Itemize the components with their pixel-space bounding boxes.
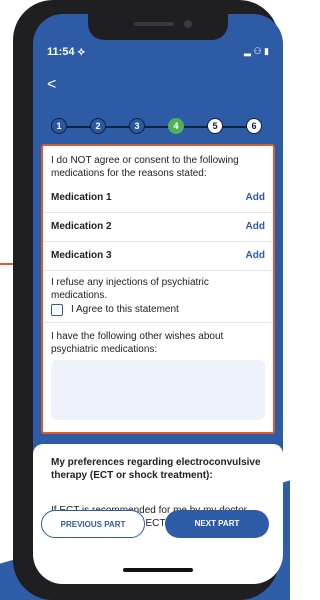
medication-label: Medication 3 xyxy=(51,250,112,261)
ect-title: My preferences regarding electroconvulsi… xyxy=(51,457,261,481)
divider xyxy=(43,212,273,213)
step-3[interactable]: 3 xyxy=(129,118,145,134)
home-indicator xyxy=(123,568,193,572)
medication-label: Medication 1 xyxy=(51,192,112,203)
back-button[interactable]: < xyxy=(47,76,56,94)
speaker-grille xyxy=(134,22,174,26)
add-medication-2-button[interactable]: Add xyxy=(246,221,265,232)
medication-row: Medication 2 Add xyxy=(51,221,265,235)
add-medication-1-button[interactable]: Add xyxy=(246,192,265,203)
step-2[interactable]: 2 xyxy=(90,118,106,134)
divider xyxy=(43,241,273,242)
notch xyxy=(88,14,228,40)
phone-screen: 11:54 ⟡ ▂ ⚇ ▮ < 1 2 3 4 5 6 I do NOT agr… xyxy=(33,14,283,584)
other-wishes-input[interactable] xyxy=(51,360,265,420)
divider xyxy=(43,322,273,323)
other-wishes-text: I have the following other wishes about … xyxy=(51,331,224,355)
refuse-injections-text: I refuse any injections of psychiatric m… xyxy=(51,277,209,301)
medication-row: Medication 1 Add xyxy=(51,192,265,206)
medication-refusal-card: I do NOT agree or consent to the followi… xyxy=(41,144,275,434)
agree-label[interactable]: I Agree to this statement xyxy=(71,303,251,316)
add-medication-3-button[interactable]: Add xyxy=(246,250,265,261)
camera-icon xyxy=(184,20,192,28)
step-6[interactable]: 6 xyxy=(246,118,262,134)
medication-row: Medication 3 Add xyxy=(51,250,265,264)
status-icons: ▂ ⚇ ▮ xyxy=(244,46,269,56)
refusal-intro-text: I do NOT agree or consent to the followi… xyxy=(51,155,239,179)
step-1[interactable]: 1 xyxy=(51,118,67,134)
status-time: 11:54 ⟡ xyxy=(47,46,85,58)
previous-part-button[interactable]: PREVIOUS PART xyxy=(41,510,145,538)
phone-frame: 11:54 ⟡ ▂ ⚇ ▮ < 1 2 3 4 5 6 I do NOT agr… xyxy=(13,0,283,600)
agree-checkbox[interactable] xyxy=(51,304,63,316)
next-part-button[interactable]: NEXT PART xyxy=(165,510,269,538)
divider xyxy=(43,270,273,271)
step-5[interactable]: 5 xyxy=(207,118,223,134)
progress-stepper: 1 2 3 4 5 6 xyxy=(51,118,265,136)
step-4[interactable]: 4 xyxy=(168,118,184,134)
medication-label: Medication 2 xyxy=(51,221,112,232)
